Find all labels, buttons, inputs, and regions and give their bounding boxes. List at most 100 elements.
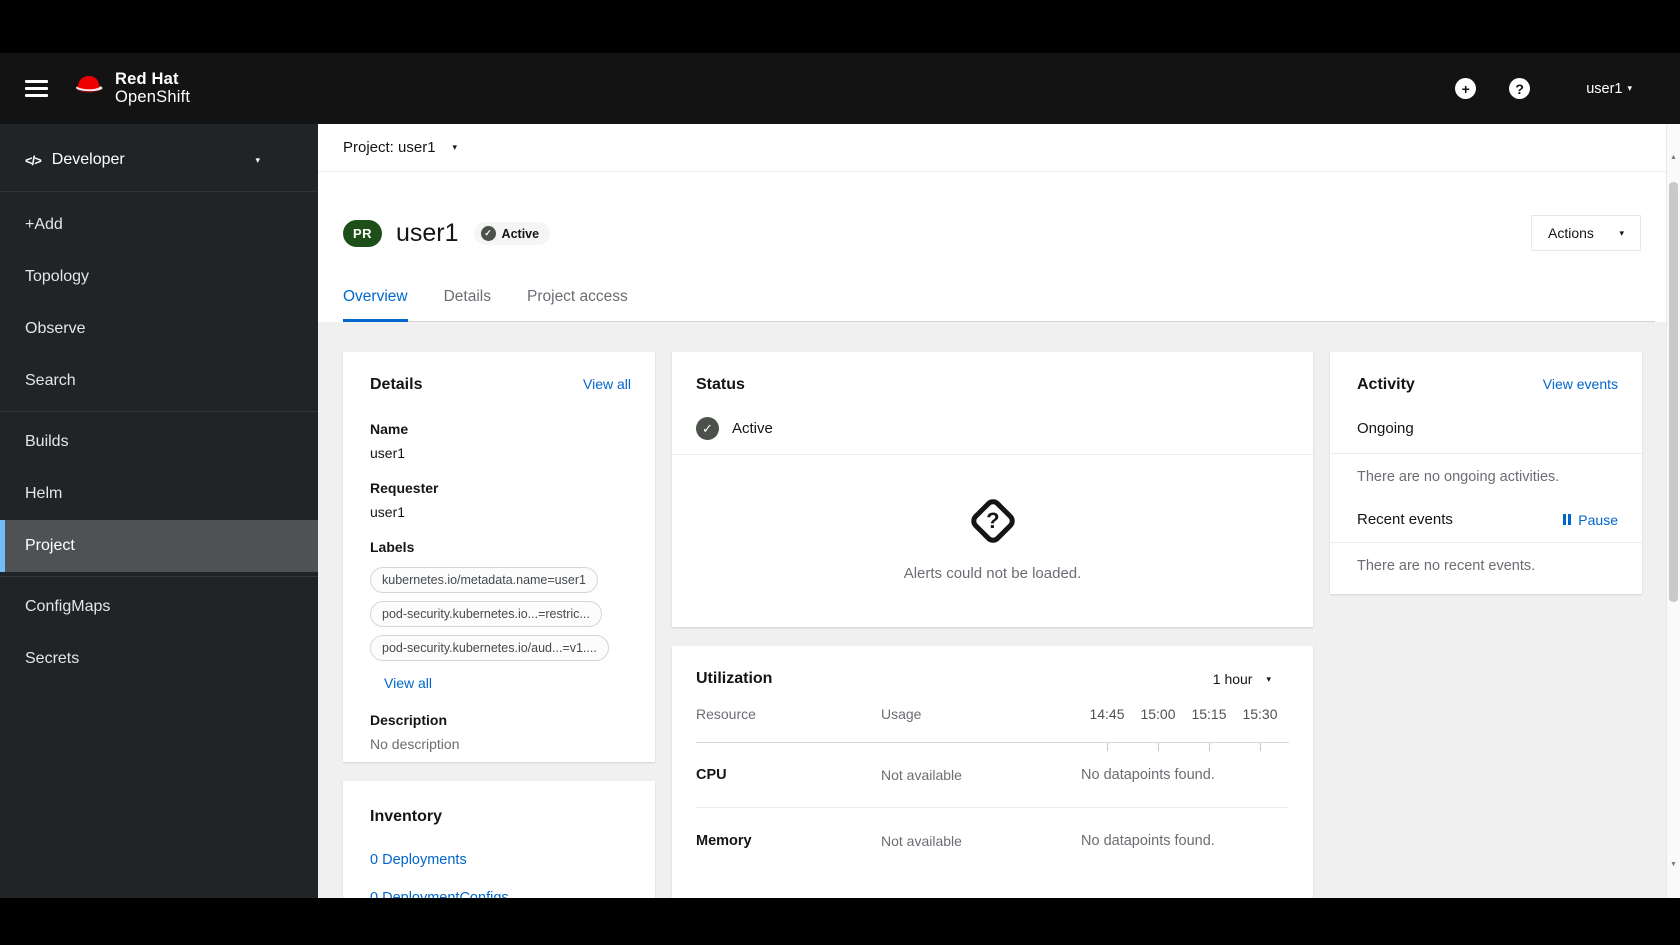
status-badge: ✓ Active (473, 222, 551, 245)
user-menu-dropdown[interactable]: user1 ▾ (1586, 81, 1632, 97)
sidebar-divider (0, 411, 318, 412)
labels-group: kubernetes.io/metadata.name=user1 pod-se… (370, 567, 631, 661)
description-value: No description (370, 736, 460, 752)
chevron-down-icon: ▾ (452, 142, 458, 152)
redhat-fedora-icon (72, 74, 106, 103)
tab-details[interactable]: Details (444, 288, 491, 322)
sidebar-item-helm[interactable]: Helm (0, 468, 318, 520)
masthead-toolbar: + ? user1 ▾ (1455, 78, 1680, 99)
alerts-empty-state: ? Alerts could not be loaded. (672, 455, 1313, 622)
label-pill: pod-security.kubernetes.io/aud...=v1.... (370, 635, 609, 661)
details-card: Details View all Name user1 Requester us… (343, 352, 655, 762)
chevron-down-icon: ▾ (255, 154, 260, 165)
app-body: </> Developer ▾ +Add Topology Observe Se… (0, 124, 1680, 898)
inventory-deployments-link[interactable]: 0 Deployments (370, 852, 628, 868)
page-header: PR user1 ✓ Active Actions ▾ Overview Det… (318, 172, 1680, 322)
nav-toggle-icon[interactable] (25, 80, 48, 97)
page-title: user1 (396, 219, 459, 247)
title-row: PR user1 ✓ Active (343, 172, 1655, 248)
pause-label: Pause (1578, 511, 1618, 528)
help-question-circle-icon[interactable]: ? (1509, 78, 1531, 99)
tab-overview[interactable]: Overview (343, 288, 408, 322)
screen: Red Hat OpenShift + ? user1 ▾ </> Develo… (0, 0, 1680, 945)
sidebar-nav: +Add Topology Observe Search Builds Helm… (0, 192, 318, 685)
developer-code-icon: </> (25, 152, 42, 168)
details-view-all-link[interactable]: View all (583, 376, 631, 392)
details-card-title: Details (370, 376, 423, 393)
sidebar-item-observe[interactable]: Observe (0, 303, 318, 355)
utilization-duration-select[interactable]: 1 hour ▾ (1213, 671, 1271, 687)
duration-value: 1 hour (1212, 671, 1253, 687)
status-card-title: Status (696, 376, 745, 393)
time-tick-label: 15:15 (1191, 706, 1227, 722)
sidebar-item-search[interactable]: Search (0, 355, 318, 407)
sidebar-item-topology[interactable]: Topology (0, 251, 318, 303)
status-card: Status ✓ Active ? Alerts could not be lo… (672, 352, 1313, 627)
time-axis-ticks (1088, 743, 1279, 751)
project-status-row: ✓ Active (696, 417, 1289, 440)
sidebar-item-project[interactable]: Project (0, 520, 318, 572)
time-tick-label: 15:30 (1242, 706, 1278, 722)
actions-label: Actions (1548, 225, 1594, 241)
brand-line2: OpenShift (115, 87, 191, 106)
card-divider (1330, 453, 1642, 454)
resource-chart-empty: No datapoints found. (1081, 832, 1215, 849)
chevron-down-icon: ▾ (1266, 673, 1271, 684)
resource-name: Memory (696, 832, 752, 849)
labels-view-all-link[interactable]: View all (384, 675, 432, 691)
recent-events-header: Recent events Pause (1357, 511, 1618, 528)
utilization-header-row: Resource Usage 14:45 15:00 15:15 15:30 (696, 706, 1289, 751)
sidebar-item-secrets[interactable]: Secrets (0, 633, 318, 685)
check-circle-icon: ✓ (696, 417, 719, 440)
inventory-card: Inventory 0 Deployments 0 DeploymentConf… (343, 781, 655, 898)
card-divider (1330, 542, 1642, 543)
activity-card-title: Activity (1357, 376, 1415, 393)
dashboard-right-column: Activity View events Ongoing There are n… (1330, 352, 1642, 594)
inventory-card-title: Inventory (370, 808, 443, 825)
time-tick-label: 14:45 (1089, 706, 1125, 722)
scroll-up-arrow-icon[interactable]: ▲ (1667, 154, 1680, 161)
sidebar-item-builds[interactable]: Builds (0, 416, 318, 468)
utilization-card-title: Utilization (696, 670, 773, 687)
tab-project-access[interactable]: Project access (527, 288, 628, 322)
dashboard-middle-column: Status ✓ Active ? Alerts could not be lo… (672, 352, 1313, 898)
perspective-switcher[interactable]: </> Developer ▾ (0, 124, 318, 192)
resource-usage: Not available (881, 832, 962, 849)
utilization-row-cpu: CPU Not available No datapoints found. (696, 743, 1289, 808)
ongoing-section-title: Ongoing (1357, 420, 1414, 437)
inventory-deploymentconfigs-link[interactable]: 0 DeploymentConfigs (370, 890, 628, 898)
dashboard-left-column: Details View all Name user1 Requester us… (343, 352, 655, 898)
project-selector-dropdown[interactable]: Project: user1 ▾ (343, 139, 457, 156)
project-resource-badge: PR (343, 220, 382, 247)
sidebar-divider (0, 576, 318, 577)
redhat-openshift-logo: Red Hat OpenShift (72, 70, 191, 106)
labels-label: Labels (370, 539, 415, 555)
brand-line1: Red Hat (115, 70, 179, 88)
requester-value: user1 (370, 504, 406, 520)
check-circle-icon: ✓ (480, 226, 496, 241)
alerts-message: Alerts could not be loaded. (903, 565, 1082, 582)
vertical-scrollbar[interactable]: ▲ ▼ (1666, 124, 1680, 898)
scrollbar-thumb[interactable] (1669, 182, 1678, 602)
project-context-bar: Project: user1 ▾ (318, 124, 1680, 172)
ongoing-empty-message: There are no ongoing activities. (1357, 469, 1560, 485)
unknown-question-icon: ? (967, 495, 1018, 547)
resource-chart-empty: No datapoints found. (1081, 767, 1215, 783)
sidebar-item-add[interactable]: +Add (0, 199, 318, 251)
label-pill: kubernetes.io/metadata.name=user1 (370, 567, 598, 593)
main-content: Project: user1 ▾ PR user1 ✓ Active Actio… (318, 124, 1680, 898)
column-resource: Resource (696, 706, 756, 722)
sidebar-item-configmaps[interactable]: ConfigMaps (0, 581, 318, 633)
view-events-link[interactable]: View events (1543, 376, 1618, 392)
tab-bar: Overview Details Project access (343, 288, 1655, 322)
label-pill: pod-security.kubernetes.io...=restric... (370, 601, 602, 627)
time-axis-labels: 14:45 15:00 15:15 15:30 (1081, 706, 1289, 722)
actions-dropdown-button[interactable]: Actions ▾ (1531, 215, 1641, 251)
pause-events-button[interactable]: Pause (1563, 512, 1618, 528)
add-plus-circle-icon[interactable]: + (1455, 78, 1477, 99)
scroll-down-arrow-icon[interactable]: ▼ (1667, 861, 1680, 868)
overview-dashboard: Details View all Name user1 Requester us… (318, 322, 1680, 898)
requester-label: Requester (370, 480, 439, 496)
utilization-table: Resource Usage 14:45 15:00 15:15 15:30 C… (696, 706, 1289, 873)
resource-name: CPU (696, 767, 727, 783)
